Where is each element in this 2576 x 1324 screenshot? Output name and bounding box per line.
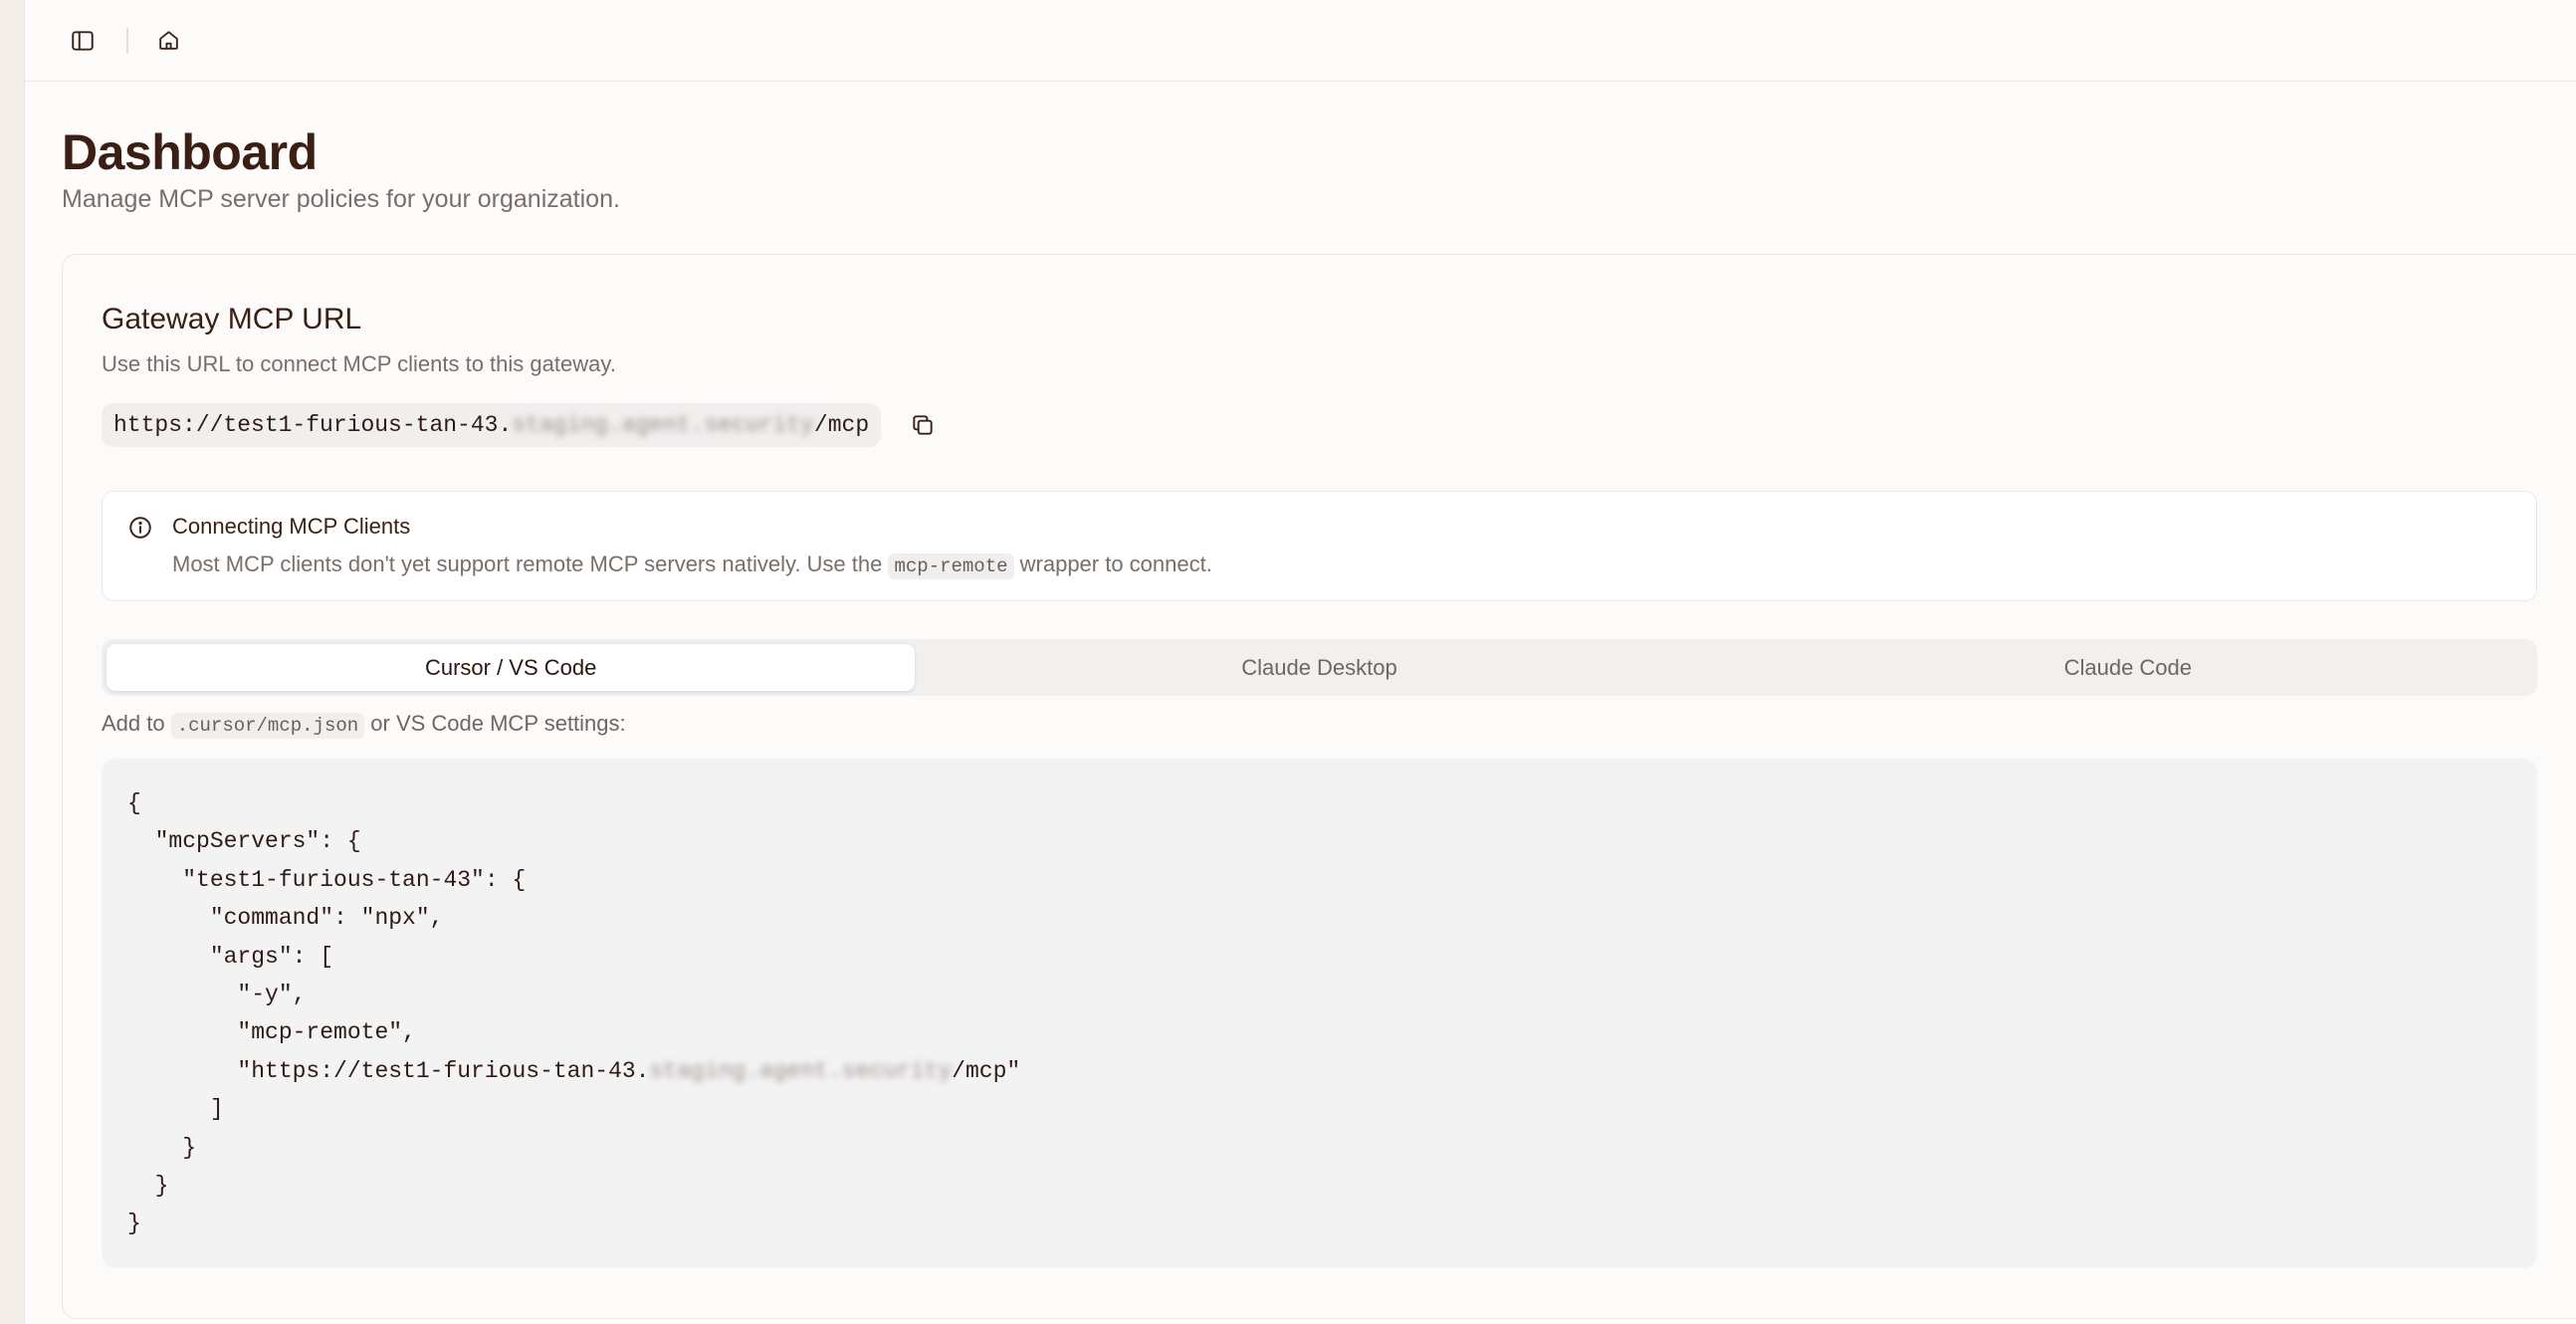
gateway-url[interactable]: https://test1-furious-tan-43. staging.age… (102, 403, 882, 447)
home-icon[interactable] (150, 23, 186, 59)
alert-title: Connecting MCP Clients (172, 514, 411, 539)
code-url-redacted: staging.agent.security (649, 1057, 953, 1084)
code-line: ] (127, 1096, 224, 1123)
gateway-card: Gateway MCP URL Use this URL to connect … (62, 254, 2576, 1319)
alert-body: Most MCP clients don't yet support remot… (172, 552, 1212, 579)
alert-body-text: Most MCP clients don't yet support remot… (172, 552, 889, 576)
code-line: "mcp-remote", (127, 1019, 416, 1046)
code-line: "command": "npx", (127, 905, 444, 932)
code-line: "args": [ (127, 943, 334, 970)
gateway-url-prefix: https://test1-furious-tan-43. (113, 412, 513, 438)
divider (126, 27, 128, 54)
config-code-block[interactable]: { "mcpServers": { "test1-furious-tan-43"… (102, 759, 2537, 1268)
main-content: Dashboard Manage MCP server policies for… (25, 0, 2576, 1324)
code-line-url: "https://test1-furious-tan-43.staging.ag… (127, 1052, 2511, 1090)
code-url-suffix: /mcp" (952, 1057, 1021, 1084)
mcp-remote-code: mcp-remote (888, 553, 1014, 579)
config-hint: Add to .cursor/mcp.json or VS Code MCP s… (102, 711, 2537, 739)
hint-text: Add to (102, 711, 171, 736)
code-line: "-y", (127, 982, 307, 1008)
code-line: } (127, 1211, 141, 1237)
top-bar (25, 0, 2576, 82)
page-subtitle: Manage MCP server policies for your orga… (62, 185, 620, 213)
hint-text-end: or VS Code MCP settings: (364, 711, 626, 736)
copy-icon[interactable] (903, 405, 943, 445)
gateway-title: Gateway MCP URL (102, 303, 362, 335)
code-line: } (127, 1173, 169, 1200)
info-icon (127, 515, 153, 546)
code-line: "test1-furious-tan-43": { (127, 866, 527, 893)
code-line: { (127, 790, 141, 816)
config-path-code: .cursor/mcp.json (170, 713, 365, 739)
sidebar-toggle-icon[interactable] (65, 23, 101, 59)
code-line: } (127, 1134, 197, 1161)
code-line: "mcpServers": { (127, 828, 361, 855)
tab-claude-desktop[interactable]: Claude Desktop (915, 644, 1723, 691)
page-title: Dashboard (62, 124, 318, 180)
tab-cursor-vscode[interactable]: Cursor / VS Code (107, 644, 916, 691)
gateway-url-suffix: /mcp (813, 412, 870, 438)
sidebar-collapsed (0, 0, 25, 1324)
code-url-prefix: "https://test1-furious-tan-43. (127, 1057, 650, 1084)
client-tabs: Cursor / VS Code Claude Desktop Claude C… (102, 639, 2537, 696)
alert-body-end: wrapper to connect. (1013, 552, 1212, 576)
gateway-url-redacted: staging.agent.security (512, 412, 814, 438)
connecting-alert: Connecting MCP Clients Most MCP clients … (102, 491, 2537, 601)
gateway-description: Use this URL to connect MCP clients to t… (102, 351, 616, 376)
tab-claude-code[interactable]: Claude Code (1724, 644, 2532, 691)
